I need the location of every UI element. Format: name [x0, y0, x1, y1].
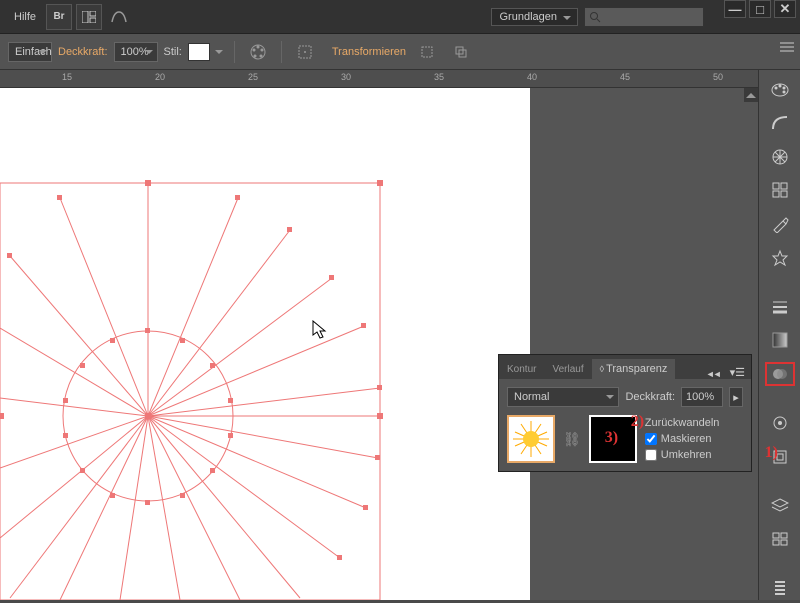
- arrange-docs-icon[interactable]: [76, 4, 102, 30]
- isolate-icon[interactable]: [414, 39, 440, 65]
- opacity-value: 100%: [121, 46, 149, 58]
- blend-mode-dropdown[interactable]: Normal: [507, 387, 619, 407]
- libraries-panel-icon[interactable]: [765, 576, 795, 600]
- ruler-tick: 20: [155, 72, 165, 82]
- ruler-tick: 25: [248, 72, 258, 82]
- document-area: 15 20 25 30 35 40 45 50: [0, 70, 758, 600]
- workspace-label: Grundlagen: [500, 11, 558, 23]
- canvas[interactable]: [0, 88, 530, 600]
- revert-button[interactable]: 2) Zurückwandeln: [645, 417, 720, 429]
- search-icon: [589, 11, 601, 23]
- panel-tabs: Kontur Verlauf ◊Transparenz ◄◄ ▾☰: [499, 355, 751, 379]
- path-type-dropdown[interactable]: Einfach: [8, 42, 52, 62]
- panel-opacity-label: Deckkraft:: [625, 391, 675, 403]
- layers-panel-icon[interactable]: [765, 494, 795, 518]
- align-icon[interactable]: [292, 39, 318, 65]
- transform-label[interactable]: Transformieren: [332, 46, 406, 58]
- ruler-tick: 50: [713, 72, 723, 82]
- menu-bar: Hilfe Br Grundlagen: [0, 0, 800, 34]
- ruler-tick: 15: [62, 72, 72, 82]
- recolor-icon[interactable]: [245, 39, 271, 65]
- horizontal-ruler[interactable]: 15 20 25 30 35 40 45 50: [0, 70, 758, 88]
- panel-opacity-input[interactable]: 100%: [681, 387, 723, 407]
- control-bar: Einfach Deckkraft: 100% Stil: Transformi…: [0, 34, 800, 70]
- ruler-tick: 35: [434, 72, 444, 82]
- brushes-panel-icon[interactable]: [765, 212, 795, 236]
- gpu-icon[interactable]: [106, 4, 132, 30]
- invert-checkbox[interactable]: [645, 449, 657, 461]
- opacity-dropdown[interactable]: 100%: [114, 42, 158, 62]
- annotation-1: 1): [765, 444, 778, 462]
- tab-verlauf[interactable]: Verlauf: [544, 360, 591, 379]
- close-button[interactable]: ✕: [774, 0, 796, 18]
- tab-transparenz[interactable]: ◊Transparenz: [592, 359, 676, 379]
- style-label: Stil:: [164, 46, 182, 58]
- kuler-icon[interactable]: [765, 145, 795, 169]
- panel-body: Normal Deckkraft: 100% ▸ ⛓ 3) 2) Zurückw…: [499, 379, 751, 471]
- invert-label: Umkehren: [661, 449, 712, 461]
- separator: [234, 41, 235, 63]
- right-panel-dock: [758, 70, 800, 600]
- search-input[interactable]: [584, 7, 704, 27]
- tab-kontur[interactable]: Kontur: [499, 360, 544, 379]
- mask-label: Maskieren: [661, 433, 712, 445]
- link-mask-icon[interactable]: ⛓: [563, 431, 581, 448]
- stroke-panel-icon[interactable]: [765, 295, 795, 319]
- style-swatch[interactable]: [188, 43, 210, 61]
- artboards-panel-icon[interactable]: [765, 527, 795, 551]
- help-menu[interactable]: Hilfe: [6, 7, 44, 27]
- maximize-button[interactable]: □: [749, 0, 771, 18]
- annotation-3: 3): [605, 429, 618, 447]
- mask-checkbox[interactable]: [645, 433, 657, 445]
- separator: [281, 41, 282, 63]
- path-type-label: Einfach: [15, 46, 52, 58]
- annotation-2: 2): [631, 413, 644, 431]
- workspace-dropdown[interactable]: Grundlagen: [491, 8, 579, 26]
- panel-menu-icon[interactable]: ▾☰: [724, 366, 751, 379]
- appearance-panel-icon[interactable]: [765, 411, 795, 435]
- color-guide-icon[interactable]: [765, 112, 795, 136]
- ruler-tick: 40: [527, 72, 537, 82]
- symbols-panel-icon[interactable]: [765, 246, 795, 270]
- bridge-icon[interactable]: Br: [46, 4, 72, 30]
- mask-thumbnail[interactable]: 3): [589, 415, 637, 463]
- opacity-stepper[interactable]: ▸: [729, 387, 743, 407]
- window-controls: — □ ✕: [724, 0, 796, 18]
- transparency-panel: Kontur Verlauf ◊Transparenz ◄◄ ▾☰ Normal…: [498, 354, 752, 472]
- opacity-label: Deckkraft:: [58, 46, 108, 58]
- transparency-panel-icon[interactable]: [765, 362, 795, 386]
- color-panel-icon[interactable]: [765, 78, 795, 102]
- control-bar-menu-icon[interactable]: [780, 42, 794, 55]
- blend-mode-value: Normal: [514, 391, 549, 403]
- artwork: [0, 88, 530, 600]
- scroll-up-button[interactable]: [744, 88, 758, 102]
- ruler-tick: 30: [341, 72, 351, 82]
- revert-label: Zurückwandeln: [645, 417, 720, 429]
- collapse-icon[interactable]: ◄◄: [702, 369, 724, 379]
- panel-opacity-value: 100%: [686, 391, 714, 403]
- tab-transparenz-label: Transparenz: [606, 363, 667, 375]
- mask-mode-icon[interactable]: [448, 39, 474, 65]
- gradient-panel-icon[interactable]: [765, 328, 795, 352]
- minimize-button[interactable]: —: [724, 0, 746, 18]
- ruler-tick: 45: [620, 72, 630, 82]
- artwork-thumbnail[interactable]: [507, 415, 555, 463]
- swatches-panel-icon[interactable]: [765, 179, 795, 203]
